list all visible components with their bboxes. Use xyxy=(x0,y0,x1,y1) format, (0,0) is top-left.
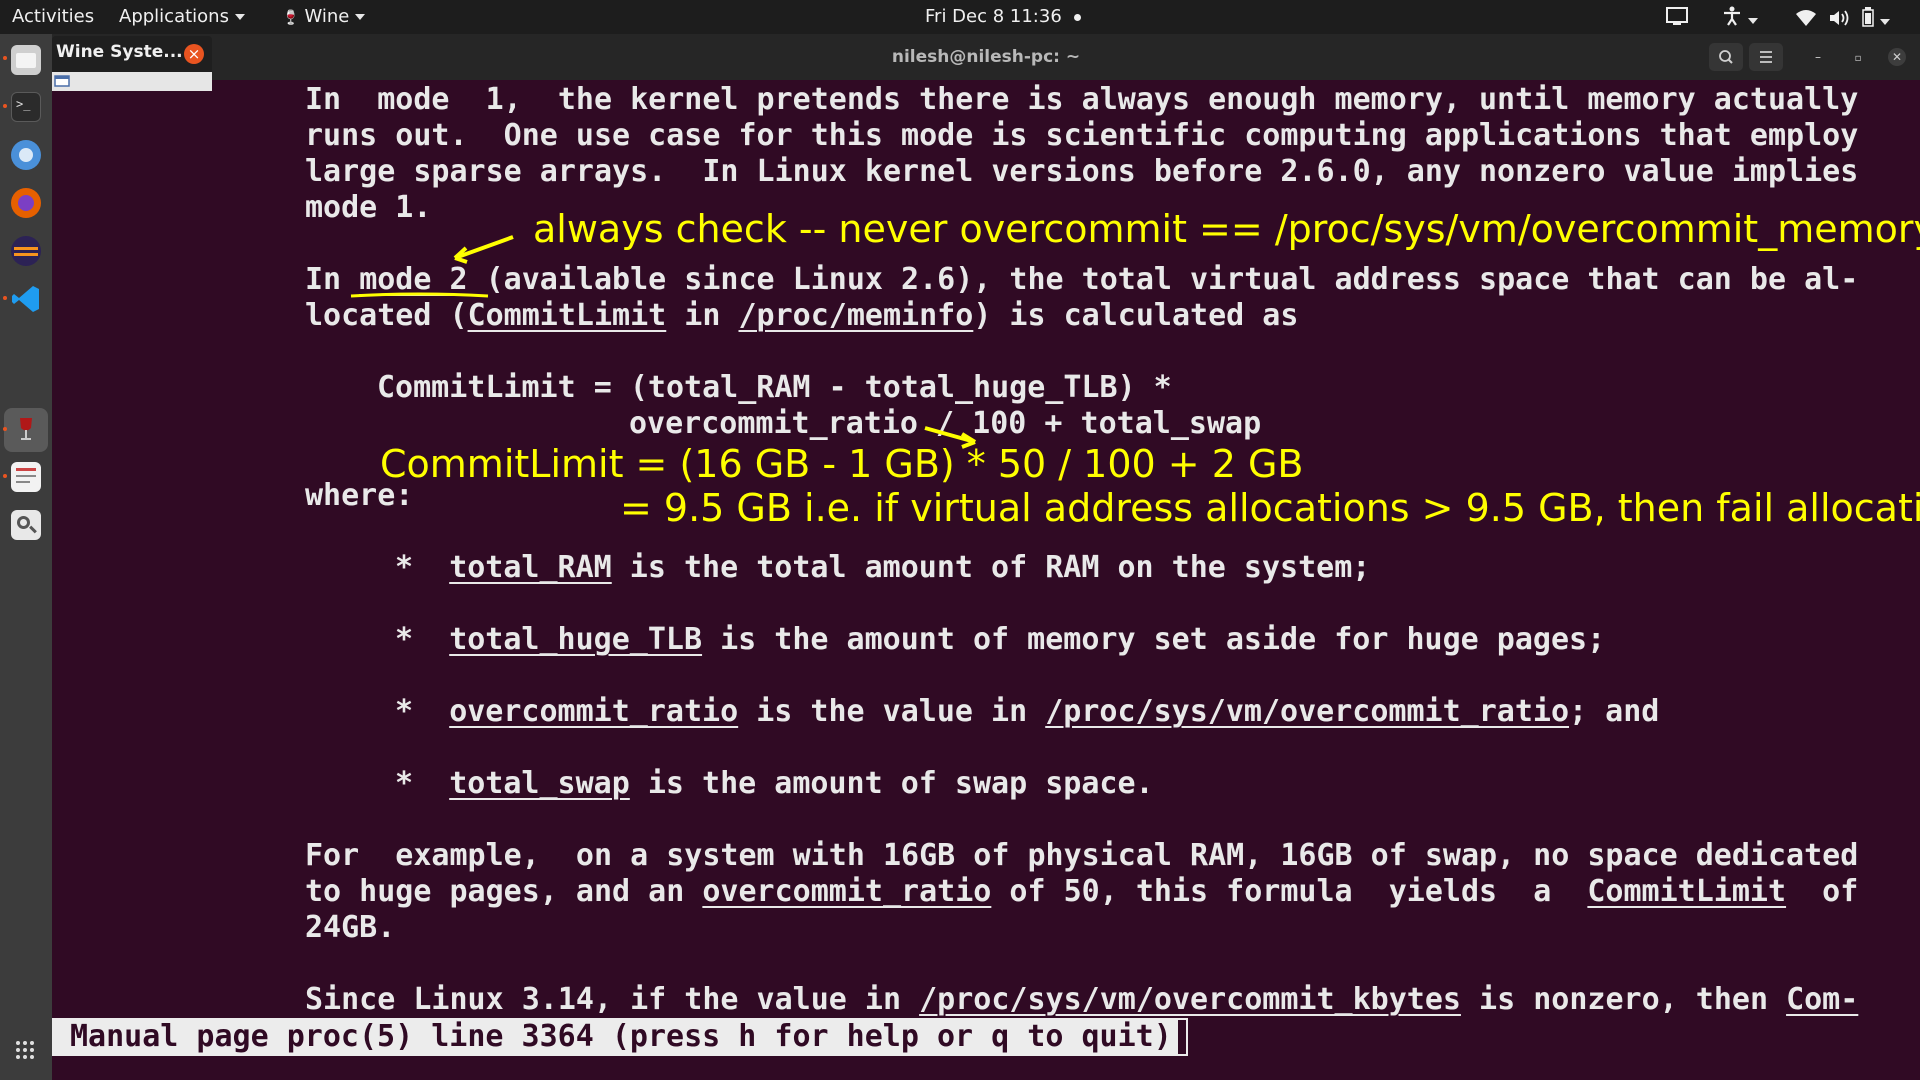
wine-window-preview[interactable]: Wine Syste... × xyxy=(52,36,212,91)
wine-close-button[interactable]: × xyxy=(184,44,204,64)
pager-status-line: Manual page proc(5) line 3364 (press h f… xyxy=(52,1018,1178,1056)
annotation-marks xyxy=(350,235,977,449)
window-icon xyxy=(54,75,70,87)
annotation-arrow-ratio xyxy=(924,426,976,444)
annotation-underline-mode2 xyxy=(350,292,489,298)
text-cursor xyxy=(1170,1018,1188,1056)
wine-window-title: Wine Syste... xyxy=(56,42,183,62)
wine-window-thumbnail[interactable] xyxy=(52,72,212,91)
